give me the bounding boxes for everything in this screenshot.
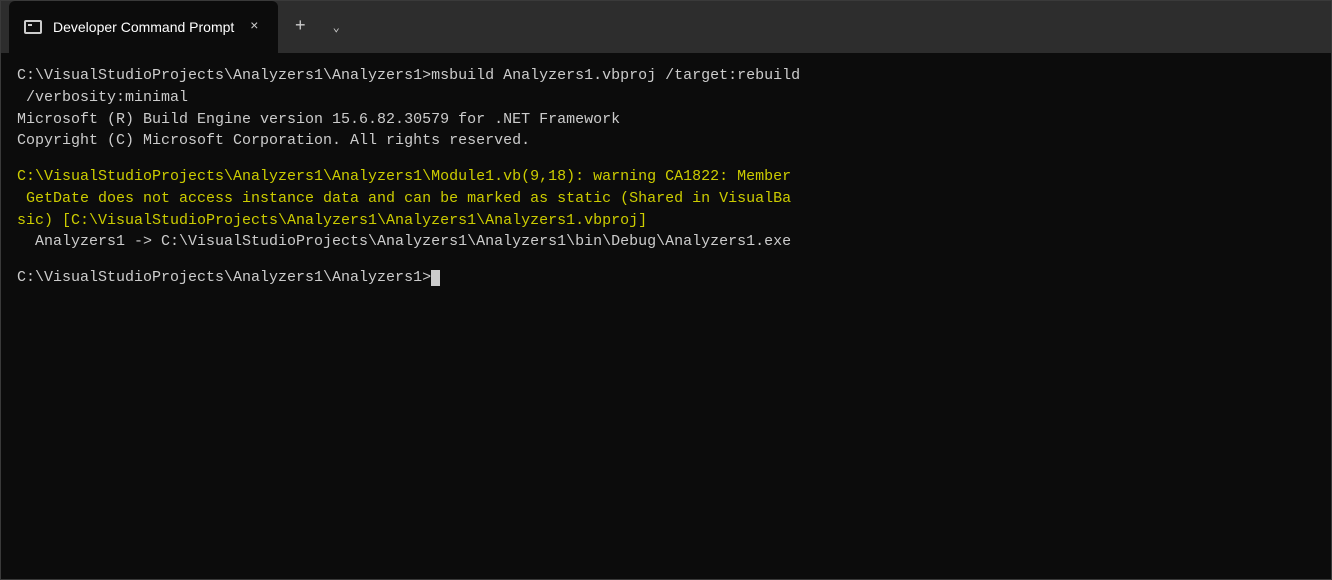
- prompt-line: C:\VisualStudioProjects\Analyzers1\Analy…: [17, 267, 1315, 289]
- warning-line-1: C:\VisualStudioProjects\Analyzers1\Analy…: [17, 166, 1315, 188]
- output-line-3: Microsoft (R) Build Engine version 15.6.…: [17, 109, 1315, 131]
- warning-line-2: GetDate does not access instance data an…: [17, 188, 1315, 210]
- terminal-icon: [23, 17, 43, 37]
- active-tab[interactable]: Developer Command Prompt ×: [9, 1, 278, 53]
- warning-line-3: sic) [C:\VisualStudioProjects\Analyzers1…: [17, 210, 1315, 232]
- new-tab-button[interactable]: +: [282, 9, 318, 45]
- output-line-1: C:\VisualStudioProjects\Analyzers1\Analy…: [17, 65, 1315, 87]
- terminal-window: Developer Command Prompt × + ⌄ C:\Visual…: [0, 0, 1332, 580]
- cursor: [431, 270, 440, 286]
- tab-close-button[interactable]: ×: [244, 17, 264, 37]
- tab-title: Developer Command Prompt: [53, 19, 234, 35]
- output-line-2: /verbosity:minimal: [17, 87, 1315, 109]
- output-line-copyright: Copyright (C) Microsoft Corporation. All…: [17, 130, 1315, 152]
- output-line-exe: Analyzers1 -> C:\VisualStudioProjects\An…: [17, 231, 1315, 253]
- title-bar: Developer Command Prompt × + ⌄: [1, 1, 1331, 53]
- spacer-1: [17, 152, 1315, 166]
- spacer-2: [17, 253, 1315, 267]
- tab-dropdown-button[interactable]: ⌄: [318, 9, 354, 45]
- terminal-body[interactable]: C:\VisualStudioProjects\Analyzers1\Analy…: [1, 53, 1331, 579]
